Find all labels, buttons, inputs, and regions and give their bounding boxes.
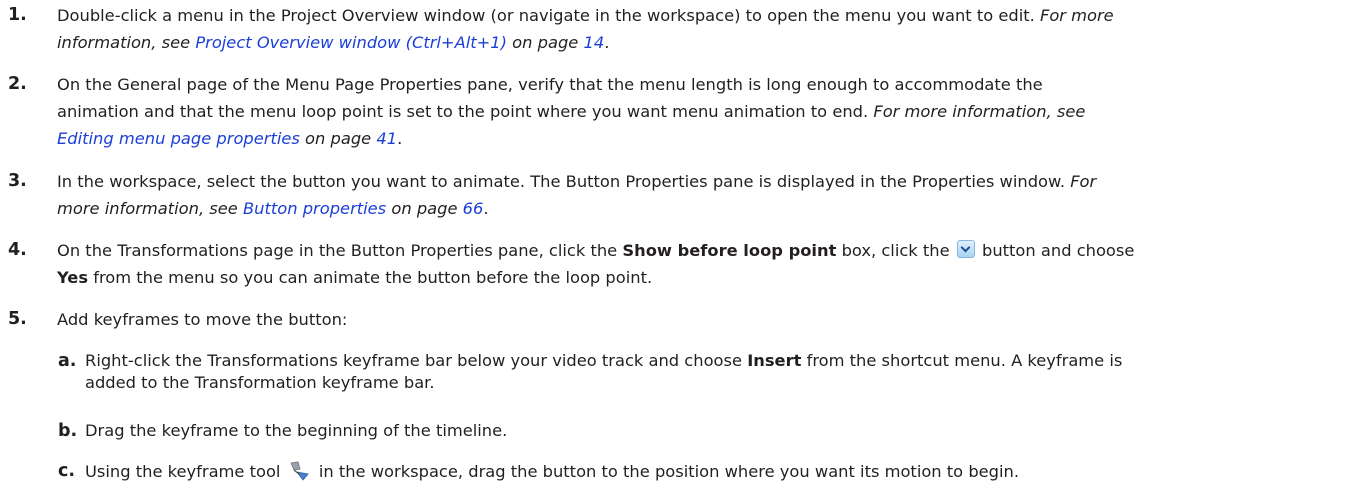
document-page: 1. Double-click a menu in the Project Ov…: [0, 0, 1357, 500]
substep-text: Drag the keyframe to the beginning of th…: [85, 421, 508, 440]
step-text: Add keyframes to move the button:: [57, 310, 348, 329]
step-number: 5.: [8, 309, 27, 329]
substep-letter: a.: [58, 351, 77, 371]
substep-text: Using the keyframe tool in the workspace…: [85, 461, 1020, 481]
substep-letter: c.: [58, 461, 76, 481]
substep-text: Right-click the Transformations keyframe…: [85, 351, 1123, 392]
step-number: 2.: [8, 74, 27, 94]
link-editing-menu-page-properties[interactable]: Editing menu page properties: [57, 129, 300, 148]
dropdown-button-icon: [956, 240, 975, 258]
step-number: 3.: [8, 171, 27, 191]
step-text: In the workspace, select the button you …: [57, 172, 1097, 218]
link-page-41[interactable]: 41: [376, 129, 397, 148]
link-page-14[interactable]: 14: [583, 33, 604, 52]
keyframe-tool-icon: [290, 461, 309, 481]
step-number: 4.: [8, 240, 27, 260]
step-number: 1.: [8, 5, 27, 25]
step-text: On the General page of the Menu Page Pro…: [57, 75, 1086, 148]
substep-letter: b.: [58, 421, 78, 441]
step-text: On the Transformations page in the Butto…: [57, 240, 1135, 287]
link-project-overview-window[interactable]: Project Overview window (Ctrl+Alt+1): [195, 33, 507, 52]
step-text: Double-click a menu in the Project Overv…: [57, 6, 1114, 52]
link-page-66[interactable]: 66: [463, 199, 484, 218]
link-button-properties[interactable]: Button properties: [243, 199, 386, 218]
